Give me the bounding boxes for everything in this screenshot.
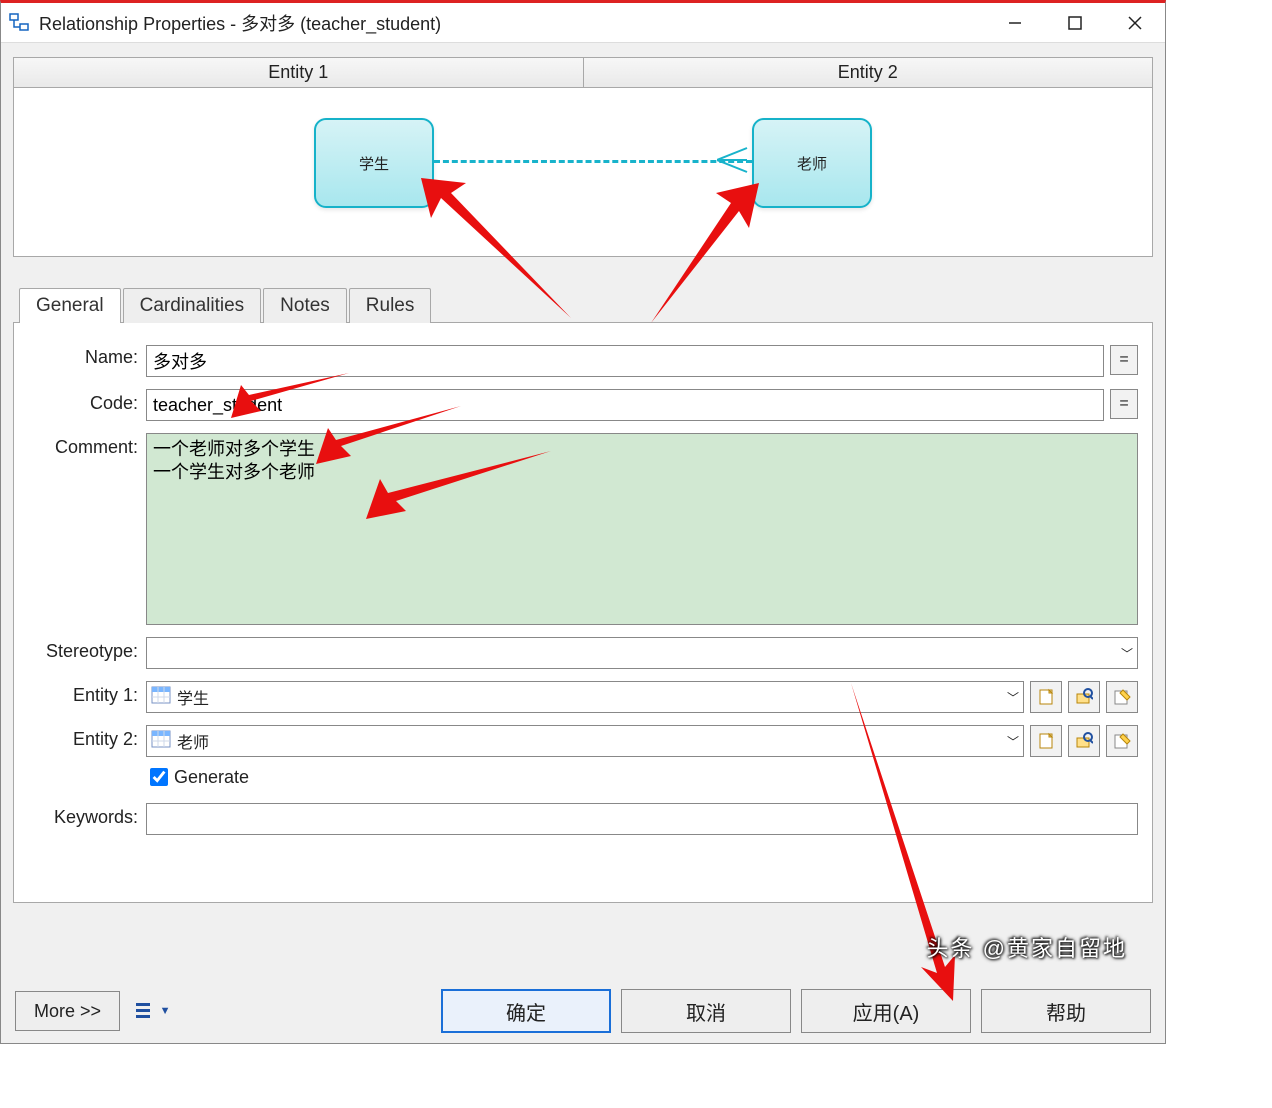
stereotype-combo[interactable]: ﹀ xyxy=(146,637,1138,669)
close-button[interactable] xyxy=(1105,3,1165,42)
keywords-input[interactable] xyxy=(146,803,1138,835)
name-sync-button[interactable]: = xyxy=(1110,345,1138,375)
tabs-container: General Cardinalities Notes Rules Name: … xyxy=(13,287,1153,903)
preview-entity1-box[interactable]: 学生 xyxy=(314,118,434,208)
entity1-browse-button[interactable] xyxy=(1068,681,1100,713)
comment-label: Comment: xyxy=(28,433,146,458)
dialog-window: Relationship Properties - 多对多 (teacher_s… xyxy=(0,0,1166,1044)
entity1-new-button[interactable] xyxy=(1030,681,1062,713)
entity-icon xyxy=(151,686,171,709)
maximize-button[interactable] xyxy=(1045,3,1105,42)
relationship-line xyxy=(434,160,752,163)
code-sync-button[interactable]: = xyxy=(1110,389,1138,419)
entity2-value: 老师 xyxy=(177,729,209,753)
preview-entity2-box[interactable]: 老师 xyxy=(752,118,872,208)
entity2-new-button[interactable] xyxy=(1030,725,1062,757)
preview-header-entity1: Entity 1 xyxy=(14,58,584,88)
entity2-properties-button[interactable] xyxy=(1106,725,1138,757)
keywords-label: Keywords: xyxy=(28,803,146,828)
titlebar: Relationship Properties - 多对多 (teacher_s… xyxy=(1,3,1165,43)
apply-button[interactable]: 应用(A) xyxy=(801,989,971,1033)
code-label: Code: xyxy=(28,389,146,414)
generate-checkbox[interactable] xyxy=(150,768,168,786)
tab-general[interactable]: General xyxy=(19,288,121,323)
chevron-down-icon: ▼ xyxy=(160,1005,171,1017)
tab-cardinalities[interactable]: Cardinalities xyxy=(123,288,262,323)
tab-notes[interactable]: Notes xyxy=(263,288,347,323)
tab-strip: General Cardinalities Notes Rules xyxy=(13,287,1153,323)
generate-label: Generate xyxy=(174,767,249,788)
name-input[interactable] xyxy=(146,345,1104,377)
comment-textarea[interactable]: 一个老师对多个学生 一个学生对多个老师 xyxy=(146,433,1138,625)
preview-header-entity2: Entity 2 xyxy=(584,58,1153,88)
more-button[interactable]: More >> xyxy=(15,991,120,1031)
entity2-combo[interactable]: 老师 ﹀ xyxy=(146,725,1024,757)
help-button[interactable]: 帮助 xyxy=(981,989,1151,1033)
entity2-label: Entity 2: xyxy=(28,725,146,750)
tab-body-general: Name: = Code: = Comment: 一个老师对多个学生 一个学生对… xyxy=(13,323,1153,903)
ok-button[interactable]: 确定 xyxy=(441,989,611,1033)
properties-menu-button[interactable]: ▼ xyxy=(132,991,172,1031)
entity1-combo[interactable]: 学生 ﹀ xyxy=(146,681,1024,713)
chevron-down-icon: ﹀ xyxy=(1007,733,1019,750)
window-controls xyxy=(985,3,1165,42)
entity1-value: 学生 xyxy=(177,685,209,709)
watermark-text: 头条 @黄家自留地 xyxy=(927,931,1127,963)
minimize-button[interactable] xyxy=(985,3,1045,42)
entity1-properties-button[interactable] xyxy=(1106,681,1138,713)
entity-icon xyxy=(151,730,171,753)
dialog-button-bar: More >> ▼ 确定 取消 应用(A) 帮助 xyxy=(1,989,1165,1033)
window-title: Relationship Properties - 多对多 (teacher_s… xyxy=(39,10,441,36)
chevron-down-icon: ﹀ xyxy=(1007,689,1019,706)
tab-rules[interactable]: Rules xyxy=(349,288,432,323)
cancel-button[interactable]: 取消 xyxy=(621,989,791,1033)
stereotype-label: Stereotype: xyxy=(28,637,146,662)
app-icon xyxy=(7,11,31,35)
name-label: Name: xyxy=(28,345,146,368)
code-input[interactable] xyxy=(146,389,1104,421)
entity1-label: Entity 1: xyxy=(28,681,146,706)
entity2-browse-button[interactable] xyxy=(1068,725,1100,757)
chevron-down-icon: ﹀ xyxy=(1121,645,1133,662)
relationship-preview: Entity 1 Entity 2 学生 老师 xyxy=(13,57,1153,257)
